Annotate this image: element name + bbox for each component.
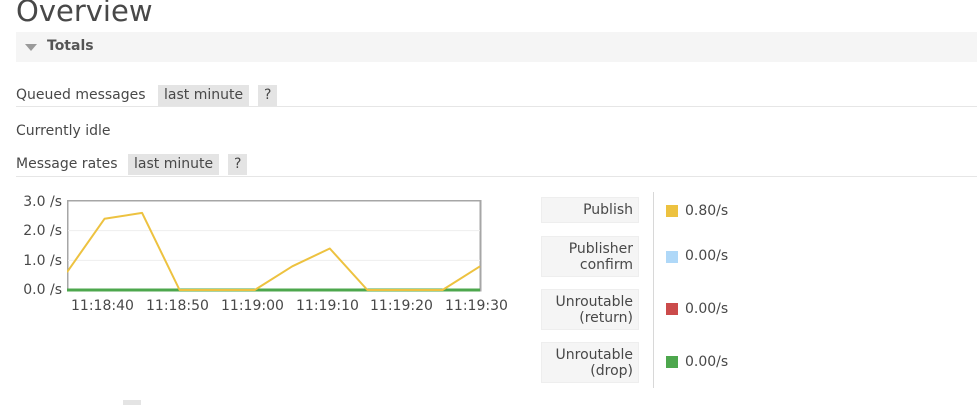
queued-help-button[interactable]: ? [258, 85, 278, 106]
x-tick-label: 11:19:30 [445, 298, 508, 314]
y-tick-label: 1.0 /s [23, 253, 62, 269]
divider [16, 106, 977, 107]
totals-section-toggle[interactable]: Totals [16, 32, 977, 62]
legend-label-line: Unroutable [555, 347, 633, 363]
legend-label-line: Unroutable [555, 294, 633, 310]
x-tick-label: 11:18:50 [146, 298, 209, 314]
rates-help-button[interactable]: ? [228, 154, 248, 175]
legend-publish-button[interactable]: Publish [541, 197, 639, 223]
totals-section-title: Totals [47, 38, 94, 54]
x-tick-label: 11:19:10 [296, 298, 359, 314]
y-tick-label: 0.0 /s [23, 282, 62, 298]
legend-unroutable-drop-button[interactable]: Unroutable (drop) [541, 342, 639, 383]
queued-range-selector[interactable]: last minute [158, 85, 250, 106]
message-rates-chart [67, 200, 482, 292]
collapse-triangle-icon [25, 44, 37, 51]
series-line-publish [67, 211, 481, 291]
publish-color-swatch [666, 205, 678, 217]
x-tick-label: 11:19:00 [221, 298, 284, 314]
unroutable-return-rate-value: 0.00/s [685, 301, 729, 317]
legend-unroutable-return-button[interactable]: Unroutable (return) [541, 289, 639, 330]
unroutable-drop-rate-value: 0.00/s [685, 354, 729, 370]
x-tick-label: 11:19:20 [370, 298, 433, 314]
partial-chip [123, 400, 141, 405]
y-tick-label: 2.0 /s [23, 223, 62, 239]
legend-label-line: (drop) [590, 363, 633, 379]
page-title: Overview [16, 0, 153, 28]
legend-label-line: (return) [579, 310, 633, 326]
legend-label-line: confirm [579, 257, 633, 273]
unroutable-return-color-swatch [666, 303, 678, 315]
legend-publisher-confirm-button[interactable]: Publisher confirm [541, 236, 639, 277]
publisher-confirm-rate-value: 0.00/s [685, 248, 729, 264]
legend-label-line: Publisher [568, 241, 633, 257]
publish-rate-value: 0.80/s [685, 203, 729, 219]
message-rates-label: Message rates [16, 156, 118, 172]
publisher-confirm-color-swatch [666, 251, 678, 263]
divider [16, 176, 977, 177]
unroutable-drop-color-swatch [666, 356, 678, 368]
x-tick-label: 11:18:40 [71, 298, 134, 314]
y-tick-label: 3.0 /s [23, 194, 62, 210]
idle-status-text: Currently idle [16, 123, 111, 139]
legend-publish-label: Publish [583, 202, 633, 218]
queued-messages-label: Queued messages [16, 87, 146, 103]
rates-range-selector[interactable]: last minute [128, 154, 220, 175]
legend-divider [653, 192, 654, 388]
